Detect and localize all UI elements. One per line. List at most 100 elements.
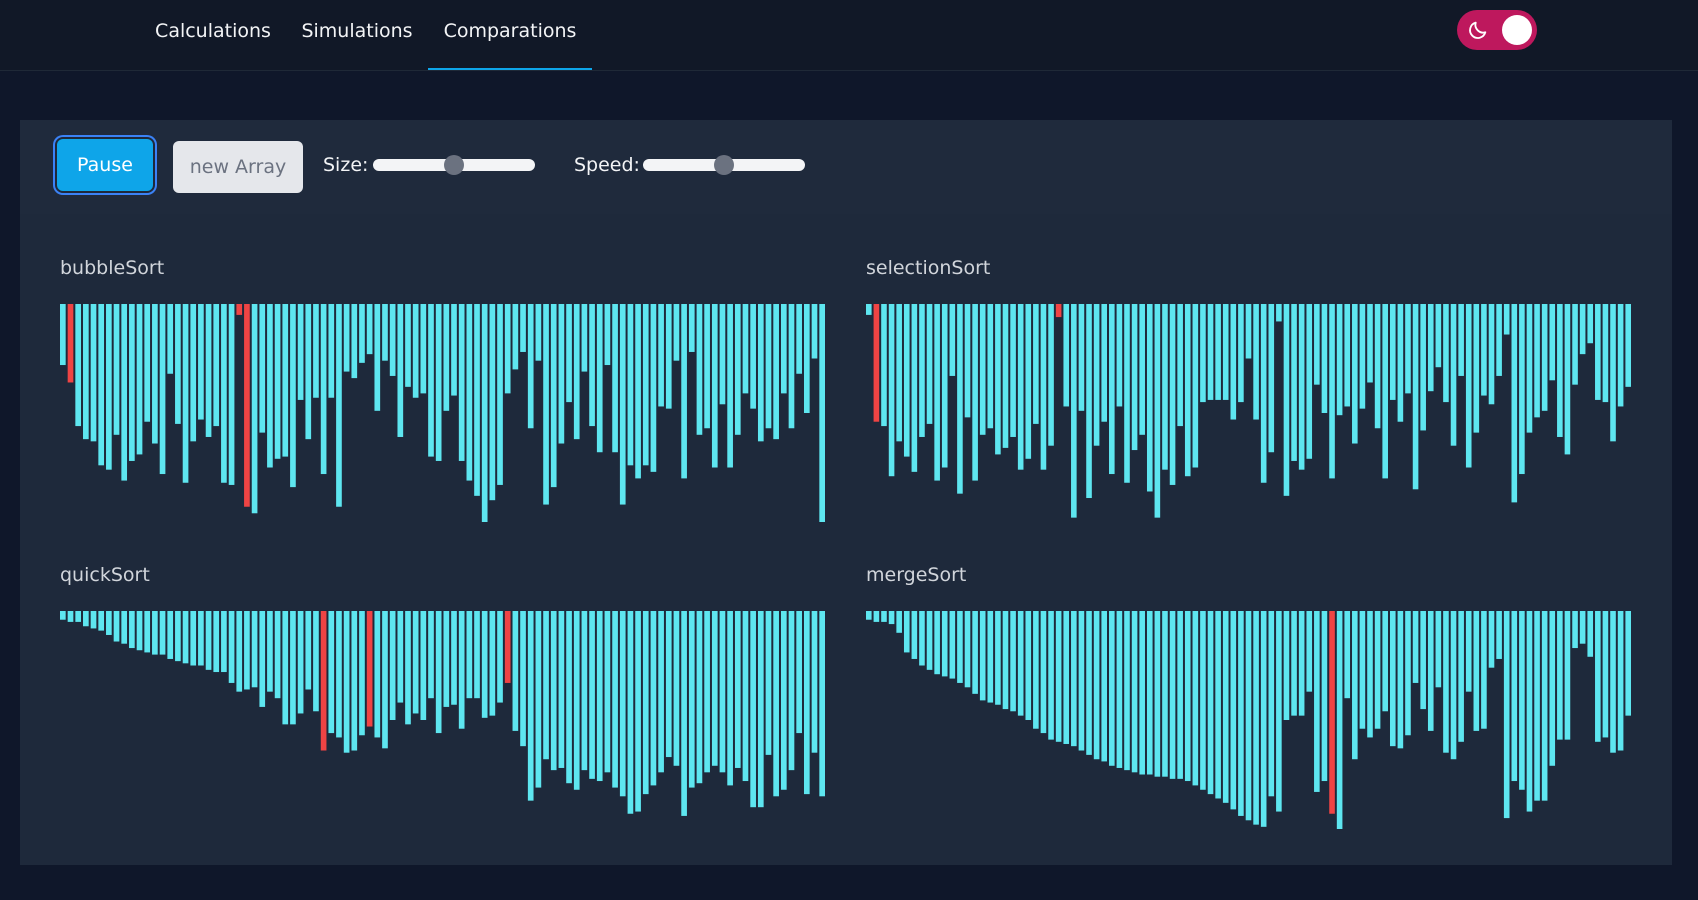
tab-simulations[interactable]: Simulations — [299, 0, 415, 70]
bar — [1200, 304, 1206, 403]
bar — [282, 304, 289, 457]
bar — [1207, 304, 1214, 400]
bar — [1146, 304, 1153, 492]
bar — [696, 611, 703, 784]
bar — [1610, 611, 1616, 753]
bar — [1048, 611, 1054, 740]
bar — [1329, 304, 1335, 479]
bar — [535, 611, 542, 788]
bar — [727, 304, 733, 468]
bar — [297, 611, 304, 714]
bar — [75, 611, 82, 622]
bar — [1040, 304, 1047, 470]
bar — [182, 611, 189, 664]
bar — [167, 611, 174, 659]
bar — [1435, 304, 1442, 368]
bar — [619, 304, 626, 505]
bar — [1260, 611, 1267, 827]
bar — [136, 304, 143, 455]
bar — [1564, 611, 1571, 740]
bar — [711, 611, 718, 766]
bar — [259, 304, 266, 433]
bar — [1496, 611, 1502, 659]
tab-calculations[interactable]: Calculations — [150, 0, 276, 70]
bar — [688, 304, 695, 352]
bar — [650, 611, 657, 786]
controls-bar: Pause new Array Size: Speed: — [20, 120, 1672, 214]
bar — [1177, 611, 1183, 779]
bar — [796, 304, 802, 374]
bar — [1321, 611, 1328, 782]
bar — [67, 611, 74, 622]
bar — [1306, 304, 1313, 459]
bar — [1109, 304, 1115, 475]
bar — [688, 611, 695, 788]
bubbleSort-bars — [60, 304, 825, 522]
bar — [359, 611, 365, 736]
bar — [1496, 304, 1502, 376]
bar — [297, 304, 304, 400]
bar — [313, 611, 319, 712]
bar — [152, 611, 158, 655]
bar — [1450, 304, 1457, 446]
bar — [1344, 611, 1351, 699]
bar — [1549, 611, 1556, 766]
bar — [1625, 304, 1631, 387]
bar — [1541, 611, 1548, 801]
bar — [466, 611, 473, 699]
bar — [1109, 611, 1115, 766]
bar — [1473, 611, 1480, 731]
bar — [573, 304, 580, 440]
bar — [366, 611, 373, 727]
tab-comparations[interactable]: Comparations — [428, 0, 592, 70]
bar — [1314, 304, 1320, 385]
bar — [711, 304, 718, 468]
bar — [765, 611, 772, 755]
bar — [497, 611, 503, 703]
bar — [466, 304, 473, 481]
selection-sort-chart — [866, 304, 1633, 522]
bar — [788, 304, 795, 429]
bar — [888, 611, 895, 625]
bar — [1389, 611, 1396, 747]
bar — [458, 304, 465, 461]
bar — [911, 611, 918, 659]
speed-slider-thumb[interactable] — [714, 155, 734, 175]
bar — [550, 304, 557, 488]
bar — [320, 611, 327, 751]
bar — [1010, 304, 1016, 437]
bar — [1427, 611, 1434, 731]
bar — [566, 611, 572, 784]
size-slider-thumb[interactable] — [444, 155, 464, 175]
pause-button[interactable]: Pause — [57, 139, 153, 191]
bar — [451, 304, 457, 396]
bar — [1276, 611, 1282, 812]
bar — [1101, 304, 1108, 422]
bar — [979, 304, 986, 435]
speed-slider[interactable] — [643, 155, 805, 175]
bar — [1336, 304, 1343, 416]
new-array-button[interactable]: new Array — [173, 141, 303, 193]
bar — [543, 304, 549, 505]
bar — [1184, 611, 1191, 782]
bar — [757, 304, 764, 442]
bar — [1010, 611, 1016, 712]
bar — [1405, 611, 1411, 736]
bar — [1222, 611, 1229, 803]
bar — [1025, 611, 1032, 720]
bar — [412, 611, 419, 714]
theme-toggle[interactable] — [1457, 10, 1537, 50]
bar — [642, 304, 649, 466]
bar — [987, 304, 994, 429]
bar — [290, 611, 296, 725]
bar — [1253, 611, 1259, 825]
bar — [1268, 304, 1275, 453]
bar — [374, 611, 381, 738]
bar — [428, 611, 434, 699]
bar — [949, 611, 956, 679]
size-slider[interactable] — [373, 155, 535, 175]
bar — [1033, 611, 1039, 729]
bar — [481, 611, 488, 718]
bar — [642, 611, 649, 795]
speed-label: Speed: — [574, 154, 640, 176]
